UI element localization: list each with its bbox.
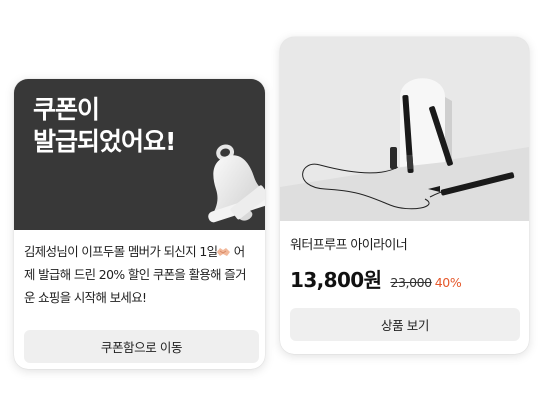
price-row: 13,800원 23,000 40% xyxy=(290,264,519,293)
sale-price: 13,800원 xyxy=(290,268,382,292)
bell-icon xyxy=(208,144,265,223)
view-product-button[interactable]: 상품 보기 xyxy=(290,308,520,341)
coupon-card: 쿠폰이 발급되었어요! 김제성님이 이프두몰 멤버가 되신지 1일 어제 발급해… xyxy=(14,79,265,369)
product-image[interactable] xyxy=(280,37,529,221)
eyeliner-product-photo xyxy=(280,37,529,221)
original-price: 23,000 xyxy=(390,275,432,290)
handshake-emoji-icon xyxy=(217,248,231,256)
go-to-coupon-box-button[interactable]: 쿠폰함으로 이동 xyxy=(24,330,259,363)
coupon-hero-banner: 쿠폰이 발급되었어요! xyxy=(14,79,265,230)
coupon-message: 김제성님이 이프두몰 멤버가 되신지 1일 어제 발급해 드린 20% 할인 쿠… xyxy=(24,240,255,319)
coupon-message-line-1: 김제성님이 이프두몰 멤버가 되신지 1일 xyxy=(24,244,218,259)
product-name[interactable]: 워터프루프 아이라이너 xyxy=(290,234,519,253)
coupon-title: 쿠폰이 발급되었어요! xyxy=(33,95,176,156)
product-card[interactable]: 워터프루프 아이라이너 13,800원 23,000 40% 상품 보기 xyxy=(280,37,529,354)
discount-rate: 40% xyxy=(434,275,462,290)
